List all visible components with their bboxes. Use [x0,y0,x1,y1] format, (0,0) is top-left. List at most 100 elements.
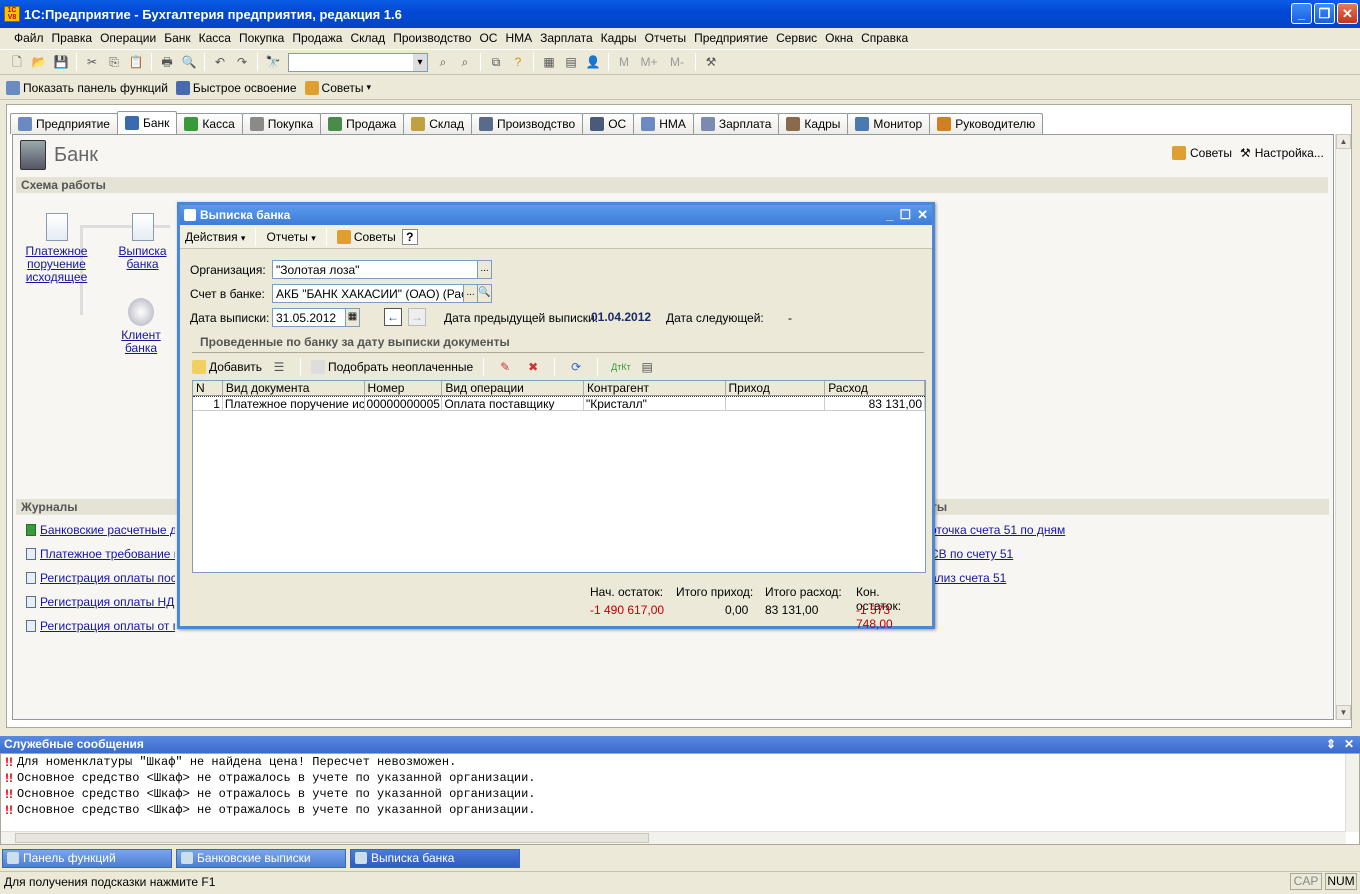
tips-button[interactable]: Советы ▾ [304,80,372,95]
menu-item[interactable]: Справка [857,31,912,45]
menu-item[interactable]: Склад [346,31,389,45]
delete-document-icon[interactable]: ✖ [525,359,541,375]
journal-item[interactable]: Регистрация оплаты от по [26,614,176,638]
report-item[interactable]: рточка счета 51 по дням [930,518,1130,542]
scroll-down-icon[interactable]: ▼ [1336,705,1351,720]
open-icon[interactable]: 📂 [31,54,47,70]
actions-menu[interactable]: Действия ▾ [185,230,245,244]
journal-item[interactable]: Платежное требование вы [26,542,176,566]
report-item[interactable]: ализ счета 51 [930,566,1130,590]
column-header[interactable]: N [193,381,223,395]
copy-icon[interactable]: ⎘ [106,54,122,70]
menu-item[interactable]: Операции [96,31,160,45]
scheme-item-bank-client[interactable]: Клиент банка [105,298,177,355]
dialog-tips-button[interactable]: Советы [336,229,396,244]
column-header[interactable]: Вид документа [223,381,365,395]
next-date-icon[interactable]: → [408,308,426,326]
menu-item[interactable]: Кадры [597,31,641,45]
new-document-icon[interactable]: 🗋 [9,54,25,70]
scheme-item-outgoing-payment[interactable]: Платежное поручение исходящее [24,213,89,284]
tools-icon[interactable]: ⚒ [703,54,719,70]
account-field[interactable]: АКБ "БАНК ХАКАСИИ" (ОАО) (Расчет [272,284,464,303]
tab-8[interactable]: НМА [633,113,694,134]
tab-7[interactable]: ОС [582,113,635,134]
calculator-icon[interactable]: ▦ [541,54,557,70]
taskbar-window-button[interactable]: Банковские выписки [176,848,346,868]
report-icon[interactable]: ▤ [639,359,655,375]
tab-12[interactable]: Руководителю [929,113,1044,134]
edit-document-icon[interactable]: ✎ [497,359,513,375]
tab-2[interactable]: Касса [176,113,243,134]
memory-plus-icon[interactable]: M+ [638,54,660,70]
panel-scrollbar[interactable]: ▲ ▼ [1335,134,1351,720]
redo-icon[interactable]: ↷ [234,54,250,70]
journal-item[interactable]: Регистрация оплаты НДС [26,590,176,614]
hscroll-thumb[interactable] [15,833,649,843]
prev-date-icon[interactable]: ← [384,308,402,326]
org-field[interactable]: "Золотая лоза" [272,260,478,279]
dialog-maximize-icon[interactable]: ☐ [899,207,911,223]
report-link[interactable]: СВ по счету 51 [930,547,1013,561]
tab-3[interactable]: Покупка [241,113,322,134]
journal-link[interactable]: Банковские расчетные до [40,523,175,537]
menu-item[interactable]: Производство [389,31,475,45]
undo-icon[interactable]: ↶ [212,54,228,70]
paste-icon[interactable]: 📋 [128,54,144,70]
help-icon[interactable]: ? [401,228,418,245]
move-icon[interactable]: ☰ [271,359,287,375]
memory-m-icon[interactable]: M [616,54,632,70]
scheme-item-bank-statement[interactable]: Выписка банка [115,213,170,271]
menu-item[interactable]: Отчеты [641,31,690,45]
journal-link[interactable]: Регистрация оплаты пост [40,571,175,585]
column-header[interactable]: Вид операции [442,381,584,395]
memory-minus-icon[interactable]: M- [666,54,688,70]
cut-icon[interactable]: ✂ [84,54,100,70]
menu-item[interactable]: НМА [501,31,536,45]
close-button[interactable]: ✕ [1337,3,1358,24]
save-icon[interactable]: 💾 [53,54,69,70]
menu-item[interactable]: Продажа [288,31,346,45]
journal-link[interactable]: Регистрация оплаты от по [40,619,175,633]
dialog-close-icon[interactable]: ✕ [917,207,928,223]
quick-start-button[interactable]: Быстрое освоение [175,80,297,95]
menu-item[interactable]: Правка [48,31,97,45]
refresh-icon[interactable]: ⟳ [568,359,584,375]
org-select-button[interactable]: ... [477,260,492,279]
menu-item[interactable]: Зарплата [536,31,597,45]
account-search-icon[interactable]: 🔍 [477,284,492,303]
menu-item[interactable]: Банк [160,31,194,45]
tab-9[interactable]: Зарплата [692,113,780,134]
pin-icon[interactable]: ⇕ [1326,736,1336,753]
tab-6[interactable]: Производство [470,113,584,134]
search-combo[interactable] [288,52,428,72]
column-header[interactable]: Приход [726,381,826,395]
tab-5[interactable]: Склад [403,113,472,134]
show-panel-button[interactable]: Показать панель функций [6,80,168,95]
menu-item[interactable]: Файл [10,31,48,45]
report-item[interactable]: СВ по счету 51 [930,542,1130,566]
tab-11[interactable]: Монитор [847,113,931,134]
date-field[interactable]: 31.05.2012 [272,308,346,327]
calendar-icon[interactable]: ▦ [345,308,360,327]
column-header[interactable]: Расход [825,381,926,395]
print-icon[interactable]: 🖶 [159,54,175,70]
chevron-down-icon[interactable]: ▾ [367,82,372,93]
dialog-minimize-icon[interactable]: _ [886,207,893,223]
scroll-up-icon[interactable]: ▲ [1336,134,1351,149]
journal-link[interactable]: Регистрация оплаты НДС [40,595,175,609]
menu-item[interactable]: Касса [195,31,235,45]
column-header[interactable]: Контрагент [584,381,726,395]
menu-item[interactable]: Предприятие [690,31,772,45]
messages-vscroll[interactable] [1345,754,1359,832]
settings-link[interactable]: ⚒ Настройка... [1240,146,1324,160]
restore-button[interactable]: ❐ [1314,3,1335,24]
journal-item[interactable]: Регистрация оплаты пост [26,566,176,590]
journal-item[interactable]: Банковские расчетные до [26,518,176,542]
account-select-button[interactable]: ... [463,284,478,303]
tab-1[interactable]: Банк [116,111,178,134]
taskbar-window-button[interactable]: Панель функций [2,848,172,868]
tab-4[interactable]: Продажа [320,113,405,134]
print-preview-icon[interactable]: 🔍 [181,54,197,70]
dt-kt-icon[interactable]: ДтКт [611,359,631,375]
report-link[interactable]: ализ счета 51 [930,571,1006,585]
